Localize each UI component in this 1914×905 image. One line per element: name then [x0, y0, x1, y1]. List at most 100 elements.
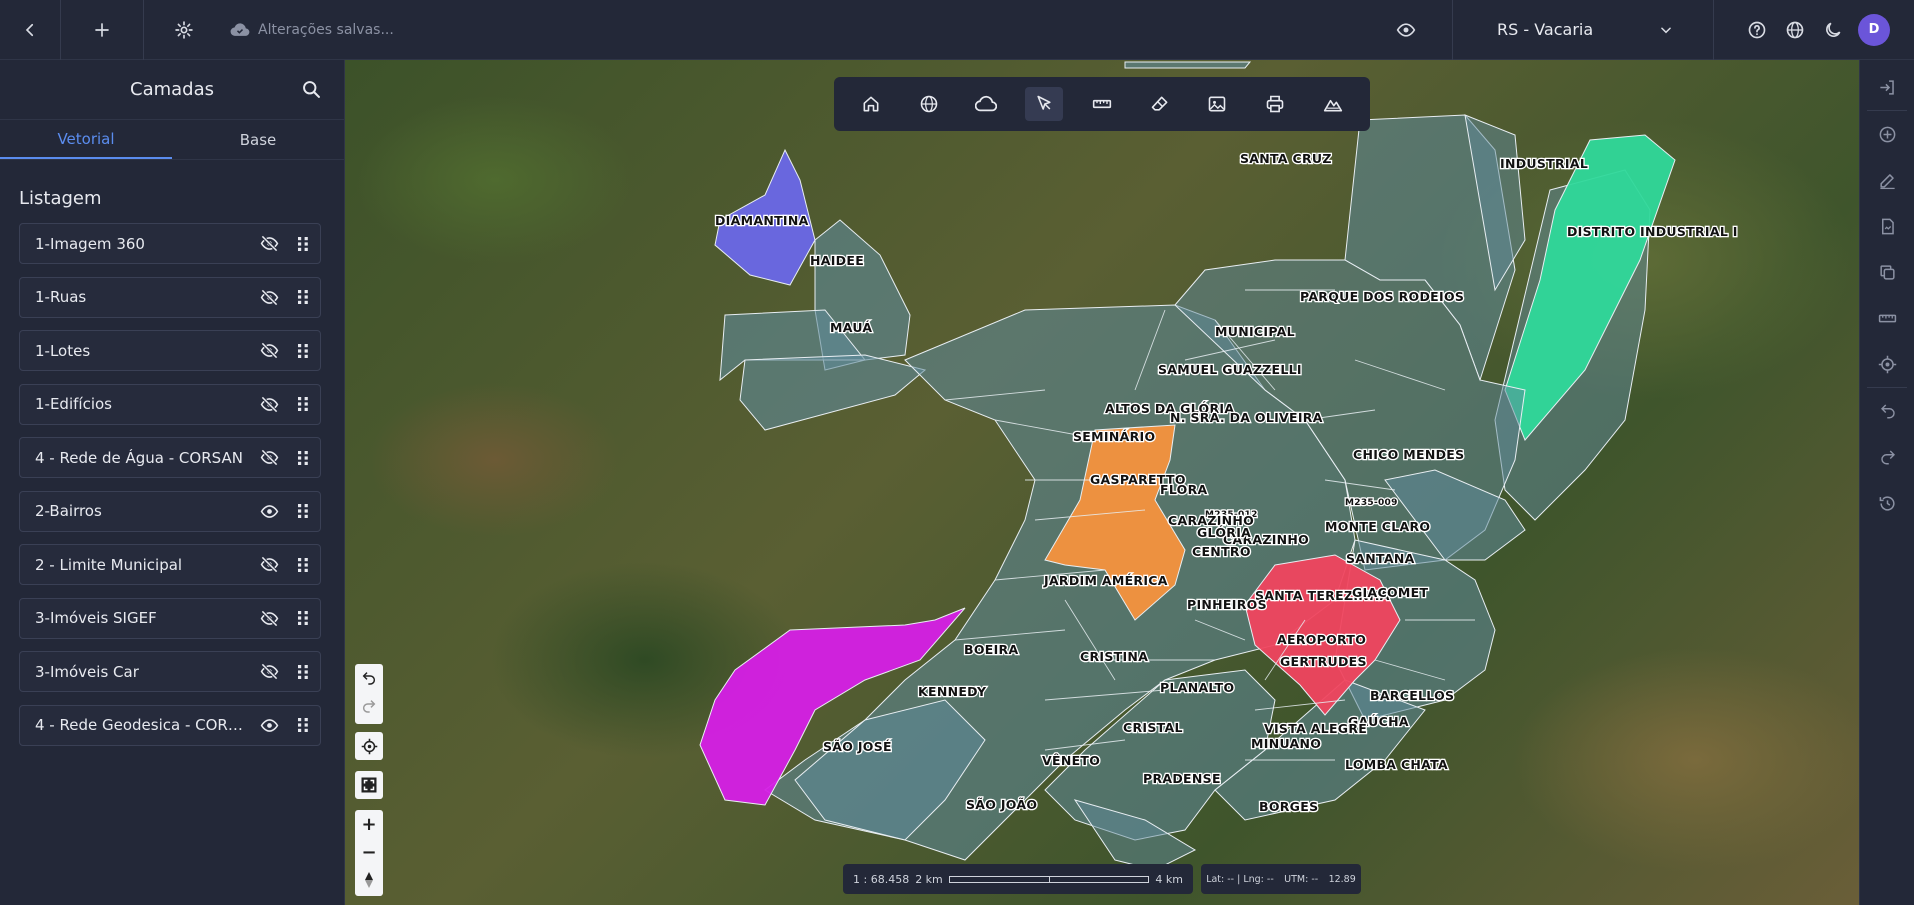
neighborhood-label: SAMUEL GUAZZELLI — [1158, 362, 1302, 377]
neighborhood-label: CRISTINA — [1080, 649, 1148, 664]
locate-button[interactable] — [355, 732, 383, 760]
target-button[interactable] — [1860, 341, 1914, 387]
add-feature-button[interactable] — [1860, 111, 1914, 157]
drag-handle[interactable] — [286, 450, 320, 466]
theme-toggle-button[interactable] — [1814, 0, 1852, 60]
fullscreen-button[interactable] — [355, 771, 383, 799]
layer-visibility-toggle[interactable] — [252, 234, 286, 253]
layer-item[interactable]: 3-Imóveis SIGEF — [19, 597, 321, 639]
drag-handle[interactable] — [286, 289, 320, 305]
drag-handle[interactable] — [286, 610, 320, 626]
home-button[interactable] — [852, 87, 890, 121]
layer-item[interactable]: 4 - Rede Geodesica - CORSAN — [19, 704, 321, 746]
edit-icon — [1880, 173, 1895, 189]
select-button[interactable] — [1025, 87, 1064, 121]
cloud-icon — [975, 95, 998, 112]
visibility-toggle-button[interactable] — [1382, 0, 1430, 60]
language-button[interactable] — [1776, 0, 1814, 60]
map-canvas[interactable]: SANTA CRUZ INDUSTRIAL DISTRITO INDUSTRIAL … — [345, 60, 1859, 905]
compass-button[interactable] — [355, 866, 383, 894]
image-icon — [1209, 96, 1226, 112]
drag-handle-icon — [298, 290, 308, 304]
layer-visibility-toggle[interactable] — [252, 609, 286, 628]
undo-side-button[interactable] — [1860, 388, 1914, 434]
login-button[interactable] — [1860, 64, 1914, 110]
layer-item[interactable]: 2-Bairros — [19, 490, 321, 532]
layer-visibility-toggle[interactable] — [252, 288, 286, 307]
cloud-button[interactable] — [967, 87, 1005, 121]
layer-item[interactable]: 1-Ruas — [19, 276, 321, 318]
layer-visibility-toggle[interactable] — [252, 341, 286, 360]
district-polygon[interactable] — [1124, 61, 1252, 69]
tab-base[interactable]: Base — [172, 120, 344, 159]
layer-visibility-toggle[interactable] — [252, 662, 286, 681]
fullscreen-icon — [361, 777, 377, 793]
drag-handle[interactable] — [286, 396, 320, 412]
scale-right-label: 4 km — [1155, 872, 1183, 886]
add-button[interactable] — [61, 0, 143, 60]
neighborhood-label: INDUSTRIAL — [1500, 156, 1588, 171]
drag-handle[interactable] — [286, 236, 320, 252]
globe-view-button[interactable] — [910, 87, 948, 121]
pointer-icon — [1037, 95, 1051, 110]
copy-button[interactable] — [1860, 249, 1914, 295]
district-polygon[interactable] — [739, 354, 927, 431]
layer-item[interactable]: 2 - Limite Municipal — [19, 544, 321, 585]
scale-line — [948, 875, 1150, 883]
layer-name: 1-Ruas — [35, 288, 87, 306]
drag-handle-icon — [298, 664, 308, 679]
settings-button[interactable] — [144, 0, 224, 60]
eye-icon — [260, 718, 278, 732]
layer-item[interactable]: 1-Imagem 360 — [19, 223, 321, 264]
drag-handle[interactable] — [286, 717, 320, 733]
layer-item[interactable]: 4 - Rede de Água - CORSAN — [19, 437, 321, 478]
layer-visibility-toggle[interactable] — [252, 502, 286, 521]
neighborhood-label: BORGES — [1259, 799, 1318, 814]
layer-visibility-toggle[interactable] — [252, 448, 286, 467]
layer-name: 4 - Rede Geodesica - CORSAN — [35, 716, 252, 734]
terrain-button[interactable] — [1314, 87, 1352, 121]
layer-list: 1-Imagem 360 1-Ruas 1-Lotes 1-Edifícios 4 - … — [19, 223, 321, 746]
list-title: Listagem — [19, 188, 102, 209]
region-label: RS - Vacaria — [1497, 20, 1594, 39]
history-button[interactable] — [1860, 480, 1914, 526]
back-button[interactable] — [0, 0, 60, 60]
drag-handle-icon — [298, 557, 308, 572]
layer-visibility-toggle[interactable] — [252, 555, 286, 574]
drag-handle[interactable] — [286, 557, 320, 573]
region-select[interactable]: RS - Vacaria — [1453, 0, 1713, 60]
document-button[interactable] — [1860, 203, 1914, 249]
drag-handle[interactable] — [286, 664, 320, 680]
layer-visibility-toggle[interactable] — [252, 716, 286, 735]
undo-button[interactable] — [355, 664, 383, 692]
gear-icon — [175, 20, 193, 39]
neighborhood-label: KENNEDY — [918, 684, 987, 699]
help-button[interactable] — [1738, 0, 1776, 60]
image-button[interactable] — [1198, 87, 1236, 121]
redo-button[interactable] — [355, 692, 383, 720]
neighborhood-label: JARDIM AMÉRICA — [1043, 573, 1168, 588]
search-button[interactable] — [301, 79, 322, 104]
measure-button[interactable] — [1083, 87, 1121, 121]
zoom-in-button[interactable]: + — [355, 810, 383, 838]
minus-icon: − — [361, 841, 377, 863]
neighborhood-label: CRISTAL — [1123, 720, 1183, 735]
layer-item[interactable]: 1-Lotes — [19, 330, 321, 371]
search-icon — [303, 81, 320, 98]
redo-side-button[interactable] — [1860, 434, 1914, 480]
measure-side-button[interactable] — [1860, 295, 1914, 341]
redo-icon — [362, 700, 376, 713]
edit-button[interactable] — [1860, 157, 1914, 203]
user-menu-button[interactable]: D — [1852, 0, 1896, 60]
layer-visibility-toggle[interactable] — [252, 395, 286, 414]
neighborhood-label: SANTA CRUZ — [1240, 151, 1332, 166]
drag-handle[interactable] — [286, 503, 320, 519]
eraser-button[interactable] — [1141, 87, 1179, 121]
tab-vetorial[interactable]: Vetorial — [0, 120, 172, 159]
zoom-out-button[interactable]: − — [355, 838, 383, 866]
drag-handle[interactable] — [286, 343, 320, 359]
layer-item[interactable]: 3-Imóveis Car — [19, 651, 321, 692]
layer-item[interactable]: 1-Edifícios — [19, 383, 321, 425]
divider — [1713, 0, 1714, 60]
print-button[interactable] — [1256, 87, 1294, 121]
